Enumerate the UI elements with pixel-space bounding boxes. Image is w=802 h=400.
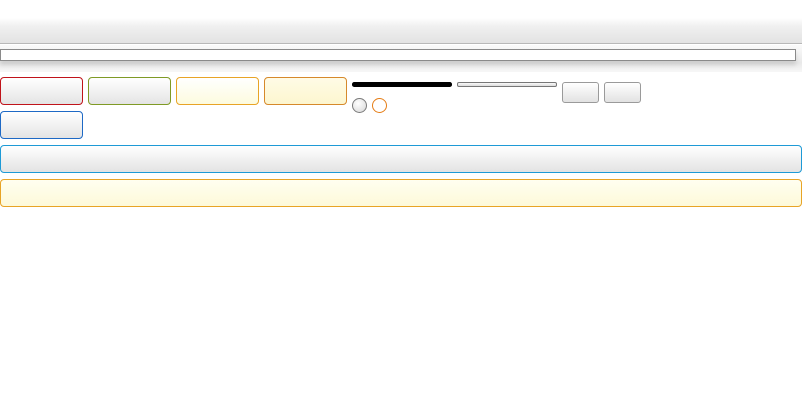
small-button-1[interactable] xyxy=(562,82,599,103)
wide-blue-button[interactable] xyxy=(0,145,802,173)
address-bar xyxy=(0,45,802,72)
address-input[interactable] xyxy=(0,49,796,61)
top-toolbar xyxy=(0,0,802,44)
progress-fill xyxy=(352,82,452,87)
orange-button[interactable] xyxy=(264,77,347,105)
radio-orange[interactable] xyxy=(372,98,387,113)
green-button[interactable] xyxy=(88,77,171,105)
radio-grey[interactable] xyxy=(352,98,367,113)
yellow-button[interactable] xyxy=(176,77,259,105)
small-button-2[interactable] xyxy=(604,82,641,103)
blue-button[interactable] xyxy=(0,111,83,139)
wide-yellow-button[interactable] xyxy=(0,179,802,207)
progress-bar xyxy=(352,82,452,87)
page xyxy=(0,0,802,400)
red-button[interactable] xyxy=(0,77,83,105)
slider-track[interactable] xyxy=(457,82,557,87)
